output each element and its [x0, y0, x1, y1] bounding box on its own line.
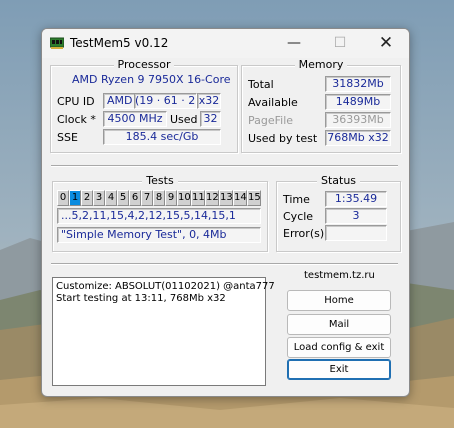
test-cell-10: 10: [177, 190, 191, 206]
test-cell-9: 9: [165, 190, 177, 206]
exit-button[interactable]: Exit: [287, 359, 391, 380]
home-button[interactable]: Home: [287, 290, 391, 311]
test-cell-8: 8: [153, 190, 165, 206]
window-title: TestMem5 v0.12: [70, 36, 169, 50]
mail-button[interactable]: Mail: [287, 314, 391, 335]
cpuid-arch: x32: [197, 93, 221, 109]
cpuid-signature: (19 · 61 · 2): [134, 93, 197, 109]
test-cell-14: 14: [233, 190, 247, 206]
divider-top: [51, 165, 398, 167]
total-value: 31832Mb: [325, 76, 391, 92]
pagefile-label: PageFile: [248, 114, 294, 127]
cpuid-vendor: AMD: [103, 93, 138, 109]
pagefile-value: 36393Mb: [325, 112, 391, 128]
cpuid-label: CPU ID: [57, 95, 95, 108]
close-button[interactable]: ✕: [363, 29, 409, 58]
sse-label: SSE: [57, 131, 78, 144]
usedbytest-label: Used by test: [248, 132, 318, 145]
time-value: 1:35.49: [325, 191, 387, 207]
tests-legend: Tests: [142, 174, 178, 187]
total-label: Total: [248, 78, 274, 91]
cpu-name: AMD Ryzen 9 7950X 16-Core: [72, 73, 231, 86]
test-cell-5: 5: [117, 190, 129, 206]
test-cell-12: 12: [205, 190, 219, 206]
cycle-label: Cycle: [283, 210, 314, 223]
cycle-value: 3: [325, 208, 387, 224]
usedbytest-value: 768Mb x32: [325, 130, 391, 146]
log-line: Customize: ABSOLUT(01102021) @anta777: [56, 281, 275, 292]
test-sequence: ...5,2,11,15,4,2,12,15,5,14,15,1: [57, 208, 261, 224]
log-line: Start testing at 13:11, 768Mb x32: [56, 293, 226, 304]
test-cell-4: 4: [105, 190, 117, 206]
status-legend: Status: [316, 174, 361, 187]
errors-label: Error(s): [283, 227, 325, 240]
load-config-exit-button[interactable]: Load config & exit: [287, 337, 391, 358]
errors-value: [325, 225, 387, 241]
sse-value: 185.4 sec/Gb: [103, 129, 221, 145]
clock-value: 4500 MHz: [103, 111, 167, 127]
test-cell-11: 11: [191, 190, 205, 206]
used-label: Used: [170, 113, 198, 126]
used-threads: 32: [200, 111, 221, 127]
test-cell-0: 0: [57, 190, 69, 206]
time-label: Time: [283, 193, 310, 206]
test-cell-15: 15: [247, 190, 261, 206]
memory-chip-icon: [50, 37, 64, 49]
title-bar[interactable]: TestMem5 v0.12 — ☐ ✕: [42, 29, 409, 58]
minimize-button[interactable]: —: [271, 29, 317, 58]
test-cell-3: 3: [93, 190, 105, 206]
available-value: 1489Mb: [325, 94, 391, 110]
memory-legend: Memory: [294, 58, 348, 71]
log-textbox[interactable]: Customize: ABSOLUT(01102021) @anta777 St…: [52, 277, 275, 386]
test-cell-2: 2: [81, 190, 93, 206]
test-cell-7: 7: [141, 190, 153, 206]
available-label: Available: [248, 96, 298, 109]
clock-label: Clock *: [57, 113, 96, 126]
test-cell-6: 6: [129, 190, 141, 206]
test-cell-13: 13: [219, 190, 233, 206]
test-description: "Simple Memory Test", 0, 4Mb: [57, 227, 261, 243]
maximize-button[interactable]: ☐: [317, 29, 363, 58]
test-cell-1: 1: [69, 190, 81, 206]
site-label: testmem.tz.ru: [304, 270, 375, 281]
processor-legend: Processor: [113, 58, 175, 71]
divider-bottom: [51, 263, 398, 265]
